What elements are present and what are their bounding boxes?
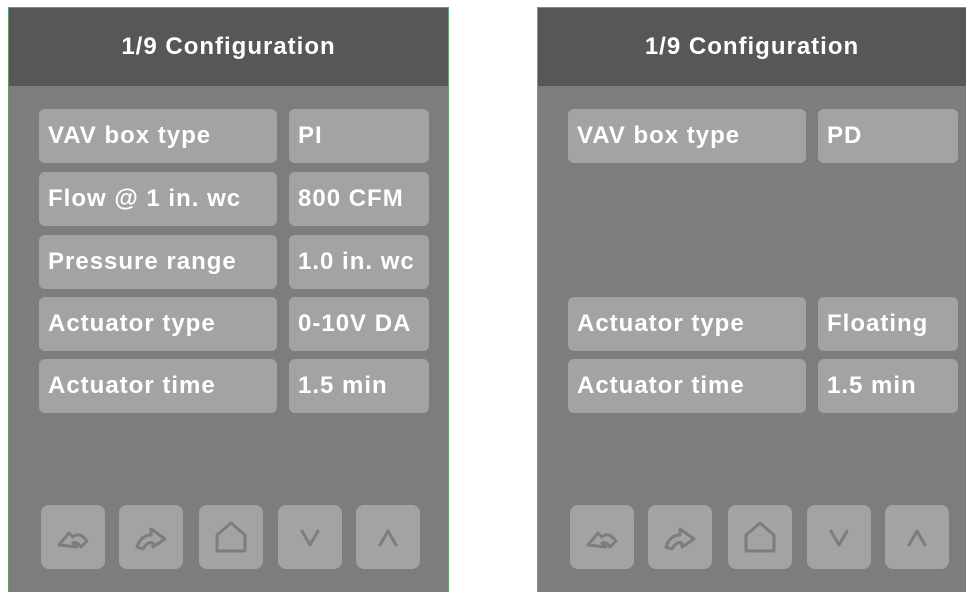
chevron-up-icon (378, 529, 398, 547)
row-value-actuator-type[interactable]: 0-10V DA (289, 297, 429, 351)
config-panel-left: 1/9 Configuration VAV box type PI Flow @… (8, 7, 449, 592)
row-label-actuator-time: Actuator time (568, 359, 806, 413)
undo-icon (57, 531, 89, 549)
row-value-actuator-type[interactable]: Floating (818, 297, 958, 351)
row-value-vav-box-type[interactable]: PI (289, 109, 429, 163)
row-value-actuator-time[interactable]: 1.5 min (818, 359, 958, 413)
row-label-actuator-time: Actuator time (39, 359, 277, 413)
row-value-actuator-time[interactable]: 1.5 min (289, 359, 429, 413)
undo-button[interactable] (570, 505, 634, 569)
chevron-down-icon (829, 529, 849, 547)
row-value-vav-box-type[interactable]: PD (818, 109, 958, 163)
row-label-actuator-type: Actuator type (568, 297, 806, 351)
config-panel-right: 1/9 Configuration VAV box type PD Actuat… (537, 7, 966, 592)
chevron-up-icon (907, 529, 927, 547)
scroll-up-button[interactable] (885, 505, 949, 569)
scroll-down-button[interactable] (807, 505, 871, 569)
row-label-vav-box-type: VAV box type (568, 109, 806, 163)
chevron-down-icon (300, 529, 320, 547)
scroll-down-button[interactable] (278, 505, 342, 569)
panel-title: 1/9 Configuration (538, 8, 966, 86)
redo-icon (135, 527, 167, 551)
undo-button[interactable] (41, 505, 105, 569)
redo-button[interactable] (648, 505, 712, 569)
scroll-up-button[interactable] (356, 505, 420, 569)
home-icon (215, 521, 247, 553)
home-button[interactable] (728, 505, 792, 569)
row-label-actuator-type: Actuator type (39, 297, 277, 351)
row-label-vav-box-type: VAV box type (39, 109, 277, 163)
panel-title: 1/9 Configuration (9, 8, 448, 86)
home-icon (744, 521, 776, 553)
home-button[interactable] (199, 505, 263, 569)
row-value-pressure-range[interactable]: 1.0 in. wc (289, 235, 429, 289)
row-label-flow: Flow @ 1 in. wc (39, 172, 277, 226)
undo-icon (586, 531, 618, 549)
redo-button[interactable] (119, 505, 183, 569)
row-value-flow[interactable]: 800 CFM (289, 172, 429, 226)
redo-icon (664, 527, 696, 551)
row-label-pressure-range: Pressure range (39, 235, 277, 289)
